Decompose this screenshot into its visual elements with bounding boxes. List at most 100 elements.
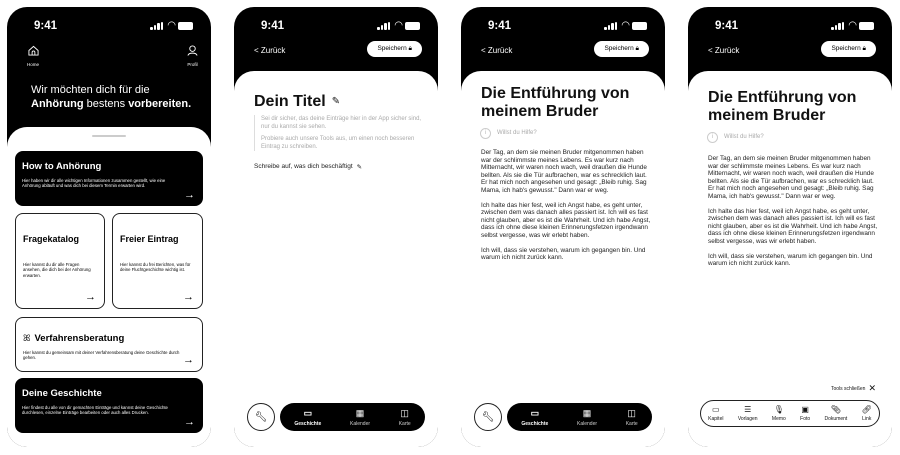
hint-privacy: Sei dir sicher, das deine Einträge hier … (261, 116, 422, 130)
calendar-icon: ▦ (582, 407, 592, 418)
tab-group: ▭ Geschichte ▦ Kalender ◫ Karte (507, 403, 652, 431)
info-icon: i (480, 127, 491, 139)
phone-screen-story-tools: 9:41 ◠ < Zurück Speichern 🔒︎ Die Entführ… (688, 7, 892, 447)
back-button[interactable]: < Zurück (254, 46, 285, 55)
edit-pencil-icon: ✎ (356, 164, 363, 171)
tab-karte[interactable]: ◫ Karte (626, 408, 638, 427)
story-title-line2: meinem Bruder (481, 103, 599, 120)
tool-foto[interactable]: ▣ Foto (800, 405, 810, 422)
home-label: Home (27, 62, 40, 67)
entry-title-row[interactable]: Dein Titel ✎ (254, 93, 340, 111)
card-how-desc: Hier haben wir dir alle wichtigen Inform… (22, 178, 166, 189)
back-button[interactable]: < Zurück (481, 46, 512, 55)
status-time: 9:41 (34, 20, 58, 32)
story-title[interactable]: Die Entführung von meinem Bruder (708, 89, 856, 125)
back-button[interactable]: < Zurück (708, 46, 739, 55)
wrench-icon: 🔧︎ (481, 411, 495, 423)
microphone-icon: 🎙︎ (773, 405, 784, 414)
headline-line1: Wir möchten dich für die (31, 84, 150, 96)
close-tools-button[interactable]: Tools schließen ✕ (831, 383, 876, 394)
help-hint[interactable]: i Willst du Hilfe? (480, 127, 650, 139)
profile-button[interactable]: Profil (187, 43, 198, 67)
arrow-right-icon: → (184, 416, 195, 428)
entry-sheet: Dein Titel ✎ Sei dir sicher, das deine E… (234, 71, 438, 447)
card-deine-geschichte[interactable]: Deine Geschichte Hier findest du alle vo… (15, 378, 203, 433)
wifi-icon: ◠ (621, 20, 630, 31)
profile-label: Profil (187, 62, 198, 67)
card-fragekatalog[interactable]: Fragekatalog Hier kannst du dir alle Fra… (15, 213, 105, 309)
card-verfahren-title-row: ꕤ Verfahrensberatung (23, 333, 124, 344)
tab-kalender[interactable]: ▦ Kalender (350, 408, 370, 427)
tool-kapitel[interactable]: ▭ Kapitel (708, 405, 723, 422)
welcome-headline: Wir möchten dich für die Anhörung besten… (31, 83, 191, 111)
hint-tools: Probiere auch unsere Tools aus, um einen… (261, 136, 415, 150)
tool-foto-label: Foto (800, 416, 811, 422)
map-icon: ◫ (400, 407, 409, 418)
card-how-to-anhoerung[interactable]: How to Anhörung Hier haben wir dir alle … (15, 151, 203, 206)
headline-bold-anhoerung: Anhörung (31, 98, 84, 110)
save-button[interactable]: Speichern 🔒︎ (821, 41, 876, 57)
tab-kalender[interactable]: ▦ Kalender (577, 408, 597, 427)
card-verfahren-title: Verfahrensberatung (34, 333, 125, 344)
status-time: 9:41 (488, 20, 512, 32)
entry-prompt-text: Schreibe auf, was dich beschäftigt (254, 163, 353, 170)
tab-karte[interactable]: ◫ Karte (399, 408, 411, 427)
hint-block: Sei dir sicher, das deine Einträge hier … (254, 115, 424, 151)
home-button[interactable]: Home (27, 43, 39, 67)
tab-karte-label: Karte (398, 420, 411, 427)
lock-icon: 🔒︎ (862, 45, 866, 52)
story-body[interactable]: Der Tag, an dem sie meinen Bruder mitgen… (708, 155, 878, 275)
save-button[interactable]: Speichern 🔒︎ (594, 41, 649, 57)
wifi-icon: ◠ (394, 20, 403, 31)
save-button[interactable]: Speichern 🔒︎ (367, 41, 422, 57)
paperclip-icon: 📎︎ (830, 405, 841, 414)
nav-bar: < Zurück Speichern 🔒︎ (234, 41, 438, 67)
map-icon: ◫ (627, 407, 636, 418)
card-frei-desc: Hier kannst du frei Berichten, was für d… (120, 262, 191, 273)
tools-button[interactable]: 🔧︎ (247, 403, 275, 431)
story-paragraph-1: Der Tag, an dem sie meinen Bruder mitgen… (481, 149, 647, 194)
save-label: Speichern (604, 45, 634, 52)
signal-icon (604, 22, 617, 30)
tab-geschichte[interactable]: ▭ Geschichte (294, 408, 321, 427)
tool-memo-label: Memo (771, 416, 786, 422)
status-bar: 9:41 ◠ (234, 7, 438, 39)
status-bar: 9:41 ◠ (7, 7, 211, 39)
tool-memo[interactable]: 🎙︎ Memo (772, 405, 786, 422)
edit-pencil-icon: ✎ (331, 96, 341, 107)
close-tools-label: Tools schließen (830, 385, 866, 392)
card-frei-title: Freier Eintrag (120, 234, 179, 244)
lock-icon: 🔒︎ (635, 45, 639, 52)
entry-prompt[interactable]: Schreibe auf, was dich beschäftigt ✎ (254, 163, 362, 171)
status-time: 9:41 (715, 20, 739, 32)
card-verfahrensberatung[interactable]: ꕤ Verfahrensberatung Hier kannst du geme… (15, 317, 203, 372)
tab-kalender-label: Kalender (350, 420, 371, 427)
tools-button[interactable]: 🔧︎ (474, 403, 502, 431)
battery-icon (405, 22, 420, 30)
wifi-icon: ◠ (167, 20, 176, 31)
story-body[interactable]: Der Tag, an dem sie meinen Bruder mitgen… (481, 149, 651, 269)
book-icon: ▭ (530, 407, 540, 418)
profile-icon (187, 45, 198, 56)
tool-link[interactable]: 🔗︎ Link (862, 405, 872, 422)
tool-dokument[interactable]: 📎︎ Dokument (825, 405, 848, 422)
tab-karte-label: Karte (625, 420, 638, 427)
sheet-handle[interactable] (92, 135, 126, 137)
story-paragraph-1: Der Tag, an dem sie meinen Bruder mitgen… (708, 155, 874, 200)
save-label: Speichern (377, 45, 407, 52)
arrow-right-icon: → (183, 291, 194, 303)
story-title[interactable]: Die Entführung von meinem Bruder (481, 85, 629, 121)
card-geschichte-title: Deine Geschichte (22, 388, 102, 399)
tool-vorlagen-label: Vorlagen (737, 416, 758, 422)
card-freier-eintrag[interactable]: Freier Eintrag Hier kannst du frei Beric… (112, 213, 203, 309)
help-hint[interactable]: i Willst du Hilfe? (707, 131, 877, 143)
tab-geschichte[interactable]: ▭ Geschichte (521, 408, 548, 427)
tool-kapitel-label: Kapitel (708, 416, 724, 422)
nav-bar: < Zurück Speichern 🔒︎ (461, 41, 665, 67)
wrench-icon: 🔧︎ (254, 411, 268, 423)
story-title-line1: Die Entführung von (481, 85, 630, 102)
phone-screen-new-entry: 9:41 ◠ < Zurück Speichern 🔒︎ Dein Titel … (234, 7, 438, 447)
card-fragen-desc: Hier kannst du dir alle Fragen ansehen, … (23, 262, 91, 278)
tool-vorlagen[interactable]: ☰ Vorlagen (738, 405, 758, 422)
arrow-right-icon: → (183, 354, 194, 366)
